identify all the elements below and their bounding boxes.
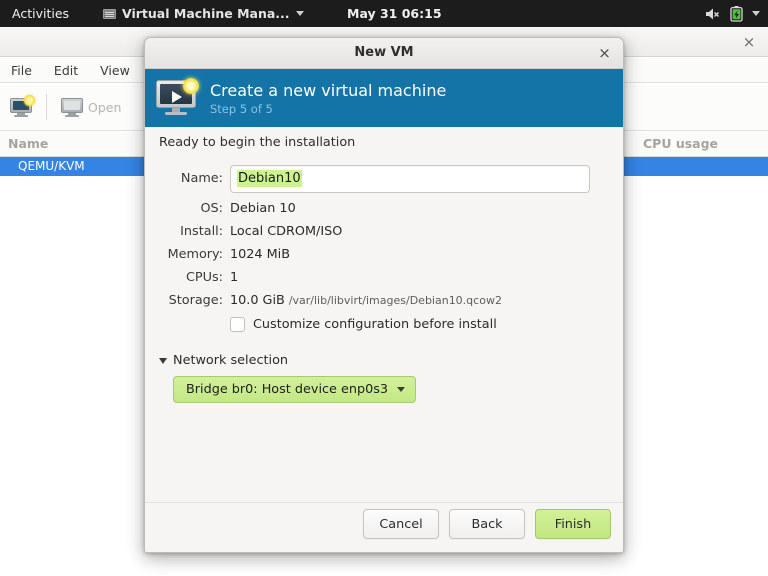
chevron-down-icon [295, 11, 304, 16]
connection-name: QEMU/KVM [18, 159, 85, 173]
dialog-footer: Cancel Back Finish [145, 502, 623, 552]
name-label: Name: [180, 171, 223, 186]
banner-step: Step 5 of 5 [210, 101, 273, 116]
app-menu-button[interactable]: Virtual Machine Mana... [103, 6, 304, 21]
triangle-down-icon [159, 357, 167, 364]
summary-value: Debian 10 [230, 201, 296, 216]
open-monitor-icon [61, 97, 83, 117]
summary-row-memory: Memory: 1024 MiB [145, 247, 623, 270]
close-icon[interactable]: × [740, 33, 758, 51]
summary-row-install: Install: Local CDROM/ISO [145, 224, 623, 247]
summary-value: 10.0 GiB/var/lib/libvirt/images/Debian10… [230, 293, 502, 308]
ready-message: Ready to begin the installation [159, 135, 356, 150]
finish-button[interactable]: Finish [535, 509, 611, 539]
network-selection-label: Network selection [173, 353, 289, 368]
summary-label: Install: [180, 224, 223, 239]
customize-label: Customize configuration before install [253, 317, 497, 332]
toolbar-separator [46, 94, 47, 120]
dialog-button-bar: Cancel Back Finish [363, 509, 611, 539]
summary-label: CPUs: [186, 270, 223, 285]
open-vm-button[interactable]: Open [51, 87, 131, 127]
summary-label: Memory: [167, 247, 223, 262]
activities-button[interactable]: Activities [0, 0, 81, 27]
column-header-cpu-usage[interactable]: CPU usage [643, 136, 718, 151]
summary-label: OS: [200, 201, 223, 216]
summary-value: Local CDROM/ISO [230, 224, 343, 239]
network-selection-section: Network selection Bridge br0: Host devic… [159, 353, 609, 403]
battery-charging-icon [730, 5, 743, 22]
banner-heading: Create a new virtual machine [210, 80, 447, 100]
back-button[interactable]: Back [449, 509, 525, 539]
clock[interactable]: May 31 06:15 [347, 6, 442, 21]
new-vm-icon [10, 94, 35, 117]
network-source-value: Bridge br0: Host device enp0s3 [186, 382, 389, 397]
summary-value: 1024 MiB [230, 247, 291, 262]
name-input[interactable]: Debian10 [230, 165, 590, 193]
dialog-banner: Create a new virtual machine Step 5 of 5 [145, 69, 623, 127]
chevron-down-icon [752, 11, 760, 16]
app-menu-label: Virtual Machine Mana... [122, 6, 290, 21]
new-vm-button[interactable] [0, 87, 42, 127]
summary-row-storage: Storage: 10.0 GiB/var/lib/libvirt/images… [145, 293, 623, 316]
summary-row-os: OS: Debian 10 [145, 201, 623, 224]
new-vm-icon [156, 78, 199, 116]
gnome-top-bar: Activities Virtual Machine Mana... May 3… [0, 0, 768, 27]
open-button-label: Open [88, 99, 122, 115]
chevron-down-icon [397, 387, 406, 392]
summary-row-cpus: CPUs: 1 [145, 270, 623, 293]
menu-edit[interactable]: Edit [43, 58, 89, 83]
menu-file[interactable]: File [0, 58, 43, 83]
dialog-title: New VM [354, 45, 414, 60]
system-tray[interactable] [705, 5, 760, 22]
network-source-dropdown[interactable]: Bridge br0: Host device enp0s3 [173, 376, 417, 403]
vm-icon [103, 8, 117, 19]
new-vm-dialog: New VM × Create a new virtual machine St… [144, 37, 624, 553]
cancel-button[interactable]: Cancel [363, 509, 439, 539]
dialog-titlebar: New VM × [145, 38, 623, 69]
name-input-value: Debian10 [237, 170, 302, 187]
network-selection-expander[interactable]: Network selection [159, 353, 609, 368]
summary-label: Storage: [168, 293, 223, 308]
customize-configuration-checkbox[interactable]: Customize configuration before install [230, 317, 497, 332]
column-header-name[interactable]: Name [8, 136, 48, 151]
name-field-row: Name: Debian10 [145, 165, 623, 193]
volume-muted-icon [706, 8, 719, 19]
menu-view[interactable]: View [89, 58, 141, 83]
checkbox-box[interactable] [230, 317, 245, 332]
dialog-body: Ready to begin the installation Name: De… [145, 127, 623, 502]
summary-value: 1 [230, 270, 239, 285]
storage-path: /var/lib/libvirt/images/Debian10.qcow2 [288, 294, 502, 307]
close-icon[interactable]: × [595, 44, 614, 63]
